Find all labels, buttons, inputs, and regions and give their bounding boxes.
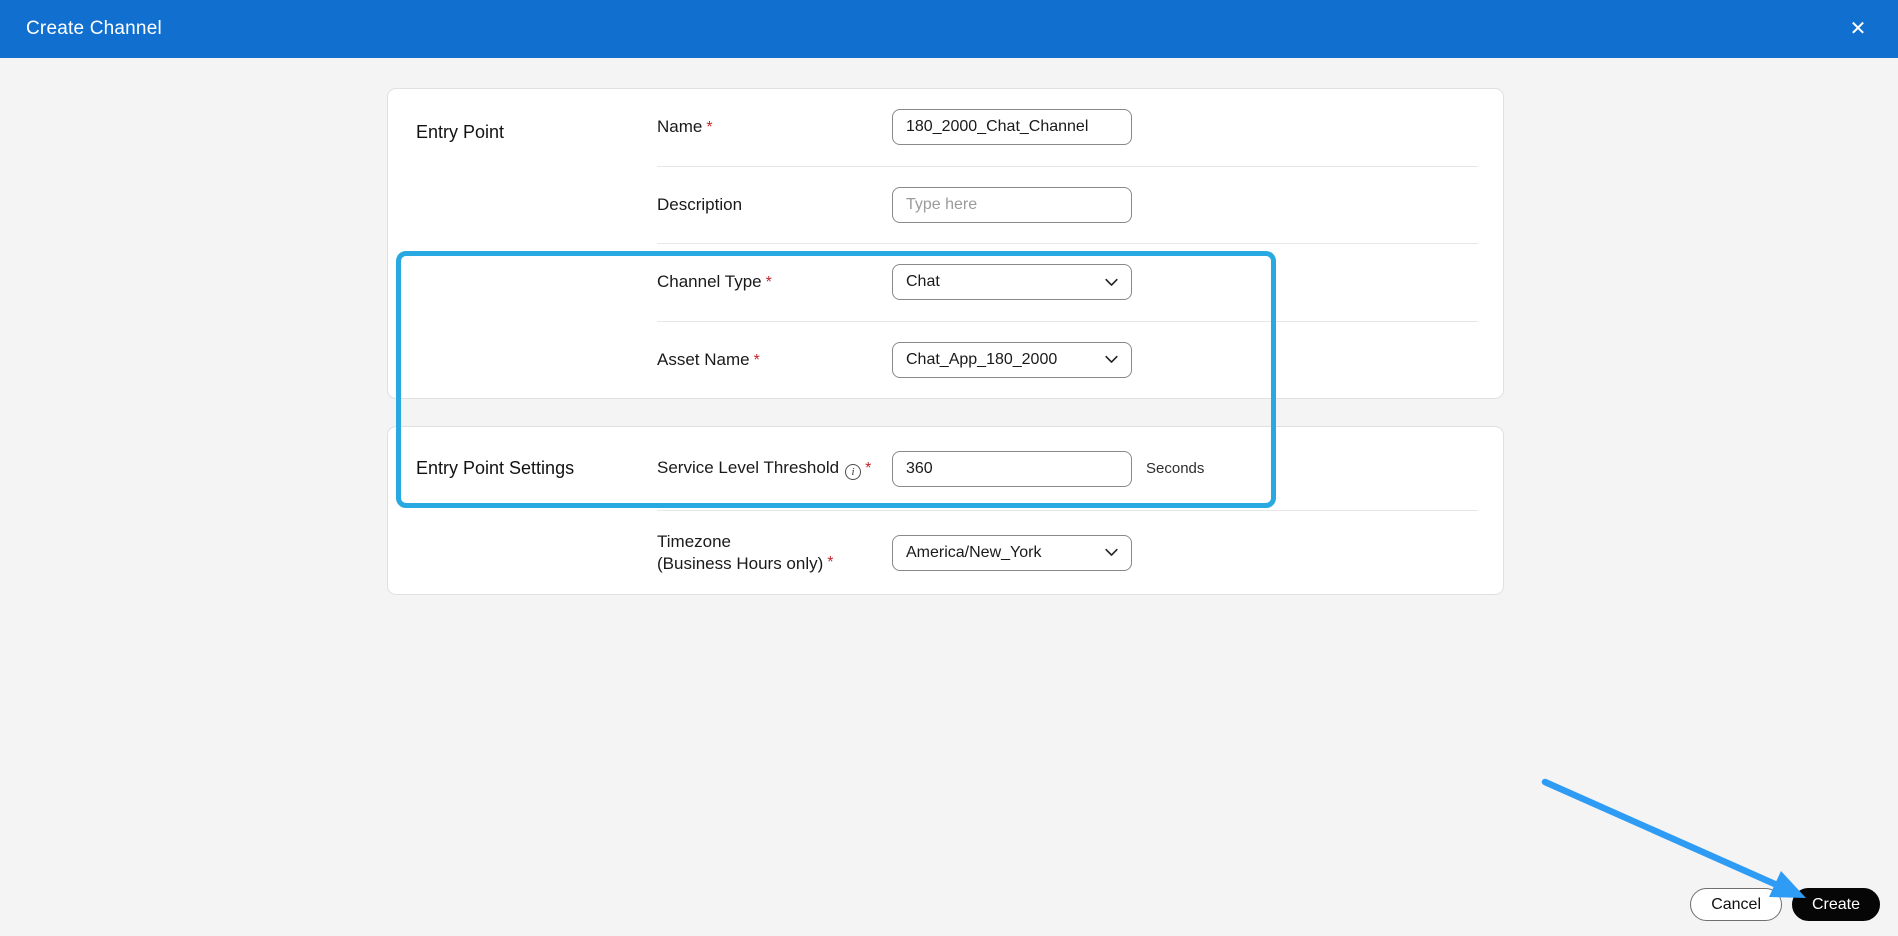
name-label-text: Name — [657, 117, 703, 137]
form-row-name: Name * — [657, 89, 1478, 167]
name-control — [892, 109, 1132, 146]
channel-type-label: Channel Type * — [657, 271, 892, 293]
name-label: Name * — [657, 116, 892, 138]
asset-name-value: Chat_App_180_2000 — [906, 350, 1058, 368]
form-row-channel-type: Channel Type * Chat — [657, 244, 1478, 322]
service-level-threshold-input[interactable] — [892, 450, 1132, 487]
form-row-asset-name: Asset Name * Chat_App_180_2000 — [657, 322, 1478, 399]
description-input[interactable] — [892, 186, 1132, 223]
chevron-down-icon — [1105, 548, 1118, 556]
name-input[interactable] — [892, 109, 1132, 146]
info-glyph: i — [851, 465, 855, 478]
required-marker: * — [865, 459, 872, 477]
description-label: Description — [657, 194, 892, 215]
timezone-sublabel-text: (Business Hours only) — [657, 553, 824, 573]
seconds-suffix-label: Seconds — [1146, 460, 1205, 477]
modal-header: Create Channel ✕ — [0, 0, 1898, 58]
timezone-value: America/New_York — [906, 543, 1042, 561]
timezone-control: America/New_York — [892, 534, 1132, 571]
asset-name-control: Chat_App_180_2000 — [892, 341, 1132, 378]
description-label-text: Description — [657, 195, 743, 215]
timezone-label: Timezone (Business Hours only) * — [657, 531, 892, 574]
channel-type-select[interactable]: Chat — [892, 264, 1132, 301]
service-level-threshold-label-text: Service Level Threshold — [657, 457, 840, 477]
entry-point-settings-rows: Service Level Threshold i * Seconds Timezo… — [657, 427, 1478, 594]
required-marker: * — [706, 119, 713, 137]
asset-name-label-text: Asset Name — [657, 349, 750, 369]
page-title: Create Channel — [26, 18, 162, 39]
timezone-label-line2: (Business Hours only) * — [657, 553, 882, 574]
create-button[interactable]: Create — [1791, 888, 1880, 921]
cancel-button[interactable]: Cancel — [1690, 888, 1782, 921]
close-icon[interactable]: ✕ — [1844, 15, 1872, 43]
chevron-down-icon — [1105, 278, 1118, 286]
form-row-description: Description — [657, 167, 1478, 244]
required-marker: * — [765, 274, 772, 292]
section-title-entry-point-settings: Entry Point Settings — [416, 458, 575, 478]
entry-point-rows: Name* Description Channel Type* Chat — [657, 89, 1478, 398]
form-row-timezone: Timezone (Business Hours only) * America/… — [657, 511, 1478, 594]
channel-type-label-text: Channel Type — [657, 272, 762, 292]
asset-name-label: Asset Name * — [657, 349, 892, 371]
channel-type-control: Chat — [892, 264, 1132, 301]
entry-point-card: Entry Point Name* Description Channel Ty… — [387, 88, 1504, 399]
chevron-down-icon — [1105, 356, 1118, 364]
asset-name-select[interactable]: Chat_App_180_2000 — [892, 341, 1132, 378]
description-control — [892, 186, 1132, 223]
timezone-select[interactable]: America/New_York — [892, 534, 1132, 571]
service-level-threshold-label: Service Level Threshold i * — [657, 457, 892, 481]
required-marker: * — [753, 351, 760, 369]
channel-type-value: Chat — [906, 273, 940, 291]
service-level-threshold-control: Seconds — [892, 450, 1205, 487]
required-marker: * — [827, 553, 834, 571]
timezone-label-line1: Timezone — [657, 532, 732, 552]
section-title-entry-point: Entry Point — [416, 122, 505, 142]
form-row-service-level-threshold: Service Level Threshold i * Seconds — [657, 427, 1478, 511]
entry-point-settings-card: Entry Point Settings Service Level Thres… — [387, 426, 1504, 595]
info-icon[interactable]: i — [845, 464, 862, 481]
arrow-line — [1541, 778, 1781, 889]
